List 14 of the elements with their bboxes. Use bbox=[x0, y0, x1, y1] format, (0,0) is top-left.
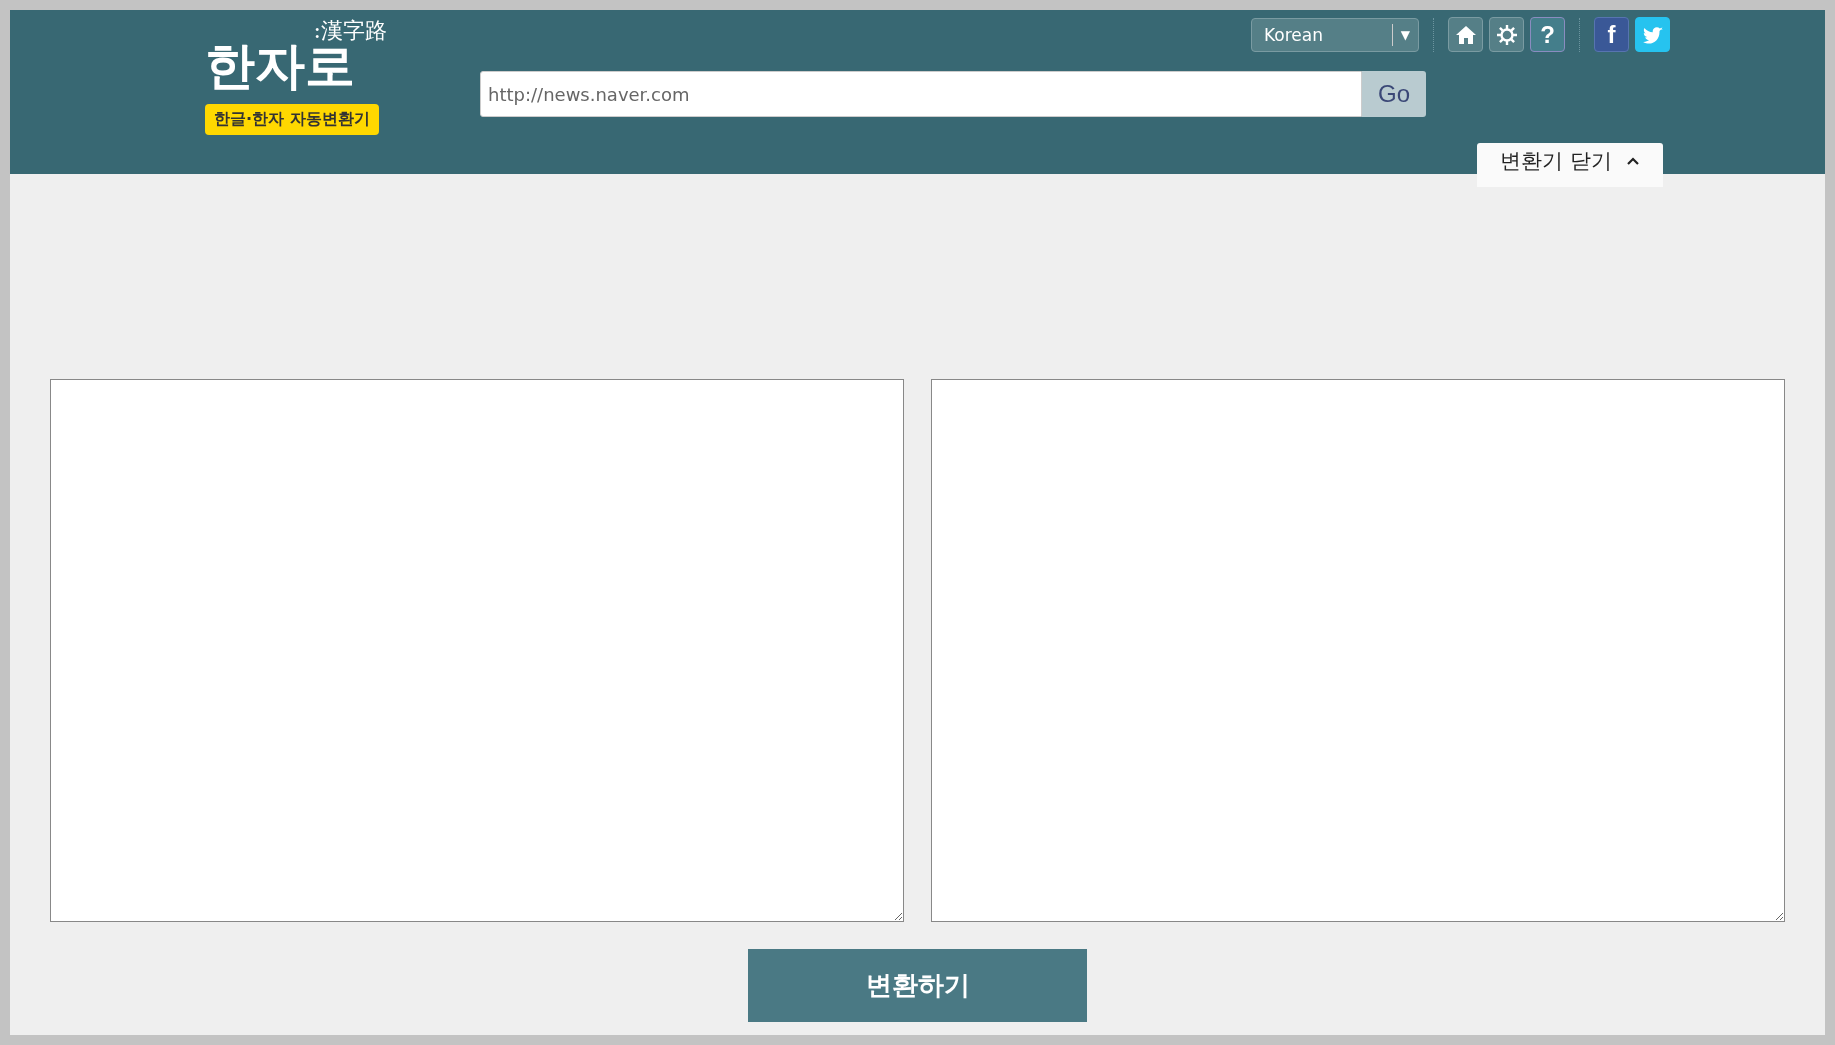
logo-tagline: 한글·한자 자동변환기 bbox=[205, 104, 379, 135]
convert-button[interactable]: 변환하기 bbox=[748, 949, 1087, 1022]
chevron-up-icon bbox=[1625, 156, 1640, 166]
settings-icon bbox=[1494, 22, 1519, 47]
settings-button[interactable] bbox=[1489, 17, 1524, 52]
twitter-button[interactable] bbox=[1635, 17, 1670, 52]
facebook-button[interactable]: f bbox=[1594, 17, 1629, 52]
url-field[interactable]: http://news.naver.com bbox=[480, 71, 1362, 117]
go-button[interactable]: Go bbox=[1362, 71, 1426, 117]
home-button[interactable] bbox=[1448, 17, 1483, 52]
language-select[interactable]: Korean ▼ bbox=[1251, 17, 1419, 52]
input-text-area[interactable] bbox=[50, 379, 904, 922]
help-button[interactable]: ? bbox=[1530, 17, 1565, 52]
close-converter-tab[interactable]: 변환기 닫기 bbox=[1477, 143, 1663, 187]
